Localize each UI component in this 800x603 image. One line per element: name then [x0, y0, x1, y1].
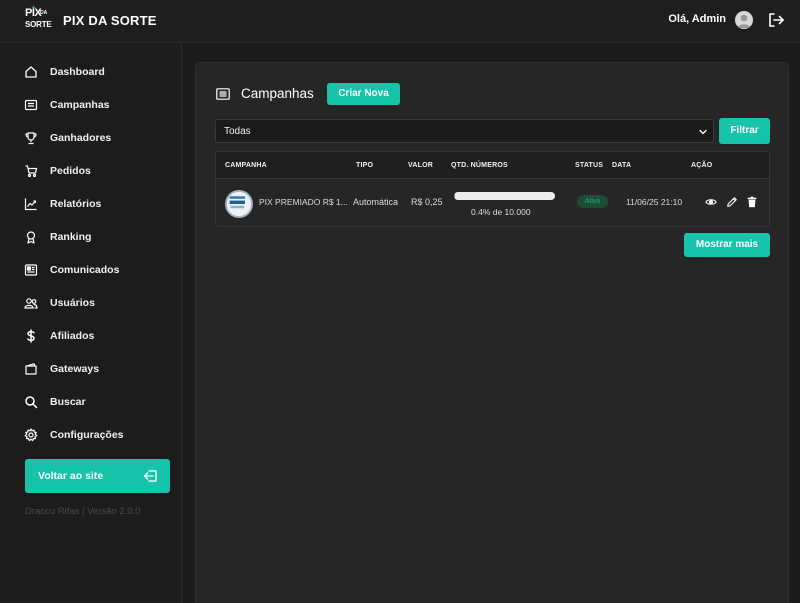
sidebar-item-label: Afiliados [50, 330, 95, 342]
column-header-status: STATUS [575, 162, 604, 169]
sidebar-item-campanhas[interactable]: Campanhas [24, 95, 174, 115]
sidebar-item-label: Usuários [50, 297, 95, 309]
sidebar-item-comunicados[interactable]: Comunicados [24, 260, 174, 280]
logo-pix-text: PIX [25, 7, 42, 19]
campaigns-table: CAMPANHA TIPO VALOR QTD. NÚMEROS STATUS … [215, 151, 770, 227]
wallet-icon [25, 363, 37, 375]
cart-icon [25, 165, 38, 178]
dollar-icon [27, 329, 35, 343]
sidebar-item-ganhadores[interactable]: Ganhadores [24, 128, 174, 148]
campaign-price: R$ 0,25 [411, 197, 443, 207]
exit-door-icon [143, 470, 157, 482]
sidebar-item-label: Dashboard [50, 66, 105, 78]
page-title: Campanhas [241, 86, 314, 101]
sidebar-item-label: Ganhadores [50, 132, 112, 144]
numbers-progress-text: 0.4% de 10.000 [471, 207, 531, 217]
campaign-thumbnail[interactable] [225, 190, 253, 218]
sidebar-item-pedidos[interactable]: Pedidos [24, 161, 174, 181]
campaign-name[interactable]: PIX PREMIADO R$ 1... [259, 197, 348, 207]
column-header-acao: AÇÃO [691, 162, 713, 169]
status-filter-select[interactable]: Todas [215, 119, 714, 143]
back-to-site-label: Voltar ao site [38, 470, 104, 482]
sidebar-item-label: Comunicados [50, 264, 120, 276]
sidebar: Dashboard Campanhas Ganhadores Pedidos R… [0, 44, 182, 603]
user-greeting: Olá, Admin [668, 13, 726, 25]
status-filter-value: Todas [224, 126, 251, 137]
sidebar-item-buscar[interactable]: Buscar [24, 392, 174, 412]
sidebar-item-ranking[interactable]: Ranking [24, 227, 174, 247]
user-icon [737, 14, 751, 28]
list-icon [216, 88, 230, 100]
sidebar-item-label: Buscar [50, 396, 86, 408]
sidebar-item-label: Configurações [50, 429, 124, 441]
gear-icon [24, 428, 38, 442]
column-header-tipo: TIPO [356, 162, 374, 169]
numbers-progress-bar [454, 192, 555, 200]
version-text: Draccu Rifas | Versão 2.0.0 [25, 506, 141, 517]
search-icon [25, 396, 38, 409]
sidebar-item-label: Relatórios [50, 198, 102, 210]
sidebar-item-afiliados[interactable]: Afiliados [24, 326, 174, 346]
campaign-type: Automática [353, 197, 399, 207]
sidebar-item-label: Campanhas [50, 99, 110, 111]
sidebar-item-gateways[interactable]: Gateways [24, 359, 174, 379]
show-more-button[interactable]: Mostrar mais [684, 233, 770, 257]
column-header-valor: VALOR [408, 162, 433, 169]
sidebar-item-usuarios[interactable]: Usuários [24, 293, 174, 313]
sidebar-item-label: Ranking [50, 231, 92, 243]
column-header-campanha: CAMPANHA [225, 162, 267, 169]
chart-icon [24, 198, 37, 211]
campaigns-panel: Campanhas Criar Nova Todas Filtrar CAMPA… [195, 62, 789, 603]
column-header-qtd: QTD. NÚMEROS [451, 162, 508, 169]
sidebar-item-configuracoes[interactable]: Configurações [24, 425, 174, 445]
sidebar-item-label: Pedidos [50, 165, 91, 177]
sidebar-item-dashboard[interactable]: Dashboard [24, 62, 174, 82]
trash-icon[interactable] [746, 196, 758, 208]
eye-icon[interactable] [705, 196, 717, 208]
filter-button[interactable]: Filtrar [719, 118, 770, 144]
create-campaign-button[interactable]: Criar Nova [327, 83, 400, 105]
top-bar: PIX DA SORTE PIX DA SORTE Olá, Admin [0, 0, 800, 43]
edit-pencil-icon[interactable] [726, 196, 738, 208]
table-header: CAMPANHA TIPO VALOR QTD. NÚMEROS STATUS … [216, 152, 769, 179]
sidebar-item-relatorios[interactable]: Relatórios [24, 194, 174, 214]
newspaper-icon [24, 264, 38, 276]
logo-da-text: DA [40, 10, 48, 16]
avatar[interactable] [735, 11, 753, 29]
campaign-date: 11/06/25 21:10 [626, 197, 683, 207]
trophy-icon [25, 132, 37, 145]
medal-icon [26, 231, 36, 244]
brand-name: PIX DA SORTE [63, 13, 157, 28]
users-icon [24, 298, 38, 309]
column-header-data: DATA [612, 162, 632, 169]
logout-icon[interactable] [767, 11, 785, 29]
home-icon [25, 66, 37, 78]
status-badge: Ativo [577, 195, 608, 208]
list-icon [24, 99, 38, 111]
sidebar-item-label: Gateways [50, 363, 100, 375]
brand-logo[interactable]: PIX DA SORTE [25, 5, 52, 32]
pix-ticket-image [227, 192, 251, 216]
back-to-site-button[interactable]: Voltar ao site [25, 459, 170, 493]
logo-sorte-text: SORTE [25, 20, 52, 29]
chevron-down-icon [699, 129, 707, 135]
